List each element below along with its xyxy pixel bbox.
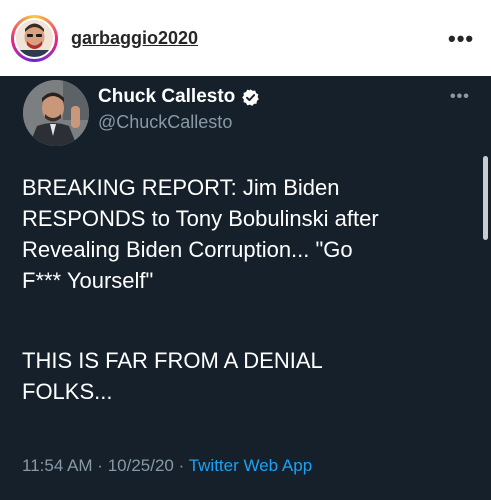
tweet-author-handle[interactable]: @ChuckCallesto [98, 112, 232, 133]
tweet-card: Chuck Callesto @ChuckCallesto ••• BREAKI… [0, 76, 491, 500]
tweet-metadata: 11:54 AM · 10/25/20 · Twitter Web App [22, 456, 312, 476]
verified-badge-icon [242, 88, 260, 106]
tweet-time[interactable]: 11:54 AM [22, 456, 93, 475]
tweet-date[interactable]: 10/25/20 [108, 456, 174, 475]
tweet-more-options-icon[interactable]: ••• [450, 88, 470, 106]
instagram-post-header: garbaggio2020 ••• [0, 0, 491, 76]
instagram-avatar[interactable] [14, 18, 55, 59]
avatar-image [16, 20, 53, 57]
meta-separator: · [92, 456, 108, 475]
instagram-username[interactable]: garbaggio2020 [71, 28, 198, 49]
tweet-source-app[interactable]: Twitter Web App [189, 456, 312, 475]
story-ring[interactable] [11, 15, 58, 62]
more-options-icon[interactable]: ••• [448, 26, 474, 52]
tweet-text-paragraph-1: BREAKING REPORT: Jim Biden RESPONDS to T… [22, 175, 379, 293]
tweet-author-photo [23, 80, 89, 146]
scrollbar-thumb[interactable] [483, 156, 488, 240]
tweet-text-paragraph-2: THIS IS FAR FROM A DENIAL FOLKS... [22, 348, 323, 404]
tweet-author-name[interactable]: Chuck Callesto [98, 86, 235, 108]
tweet-author-avatar[interactable] [23, 80, 89, 146]
meta-separator: · [173, 456, 189, 475]
tweet-author-row: Chuck Callesto [98, 86, 260, 108]
